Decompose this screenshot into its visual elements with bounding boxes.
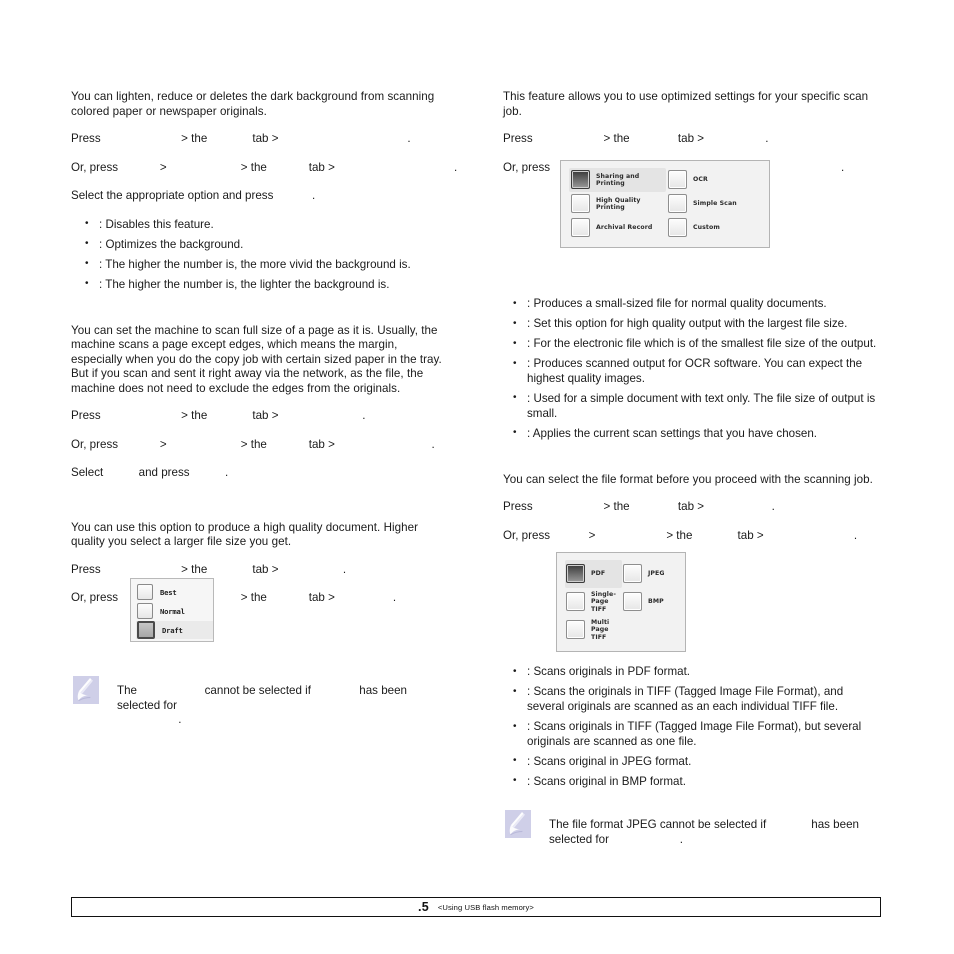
section-background-removal: You can lighten, reduce or deletes the d…	[71, 90, 458, 293]
list-item: : Set this option for high quality outpu…	[503, 317, 881, 332]
radio-unselected-icon[interactable]	[566, 620, 585, 640]
section-scan-preset: This feature allows you to use optimized…	[503, 90, 881, 441]
format-option-jpeg[interactable]: JPEG	[622, 560, 679, 588]
radio-unselected-icon[interactable]	[623, 564, 642, 584]
format-option-bmp[interactable]: BMP	[622, 588, 679, 616]
note-text: The file format JPEG cannot be selected …	[549, 818, 859, 846]
section-intro-paragraph: This feature allows you to use optimized…	[503, 90, 869, 118]
note-pen-icon	[505, 810, 531, 838]
format-option-pdf[interactable]: PDF	[565, 560, 622, 588]
preset-option-label: Custom	[693, 224, 720, 232]
preset-option-archival-record[interactable]: Archival Record	[569, 216, 666, 240]
radio-unselected-icon[interactable]	[566, 592, 585, 612]
list-item: : Optimizes the background.	[71, 237, 449, 253]
radio-unselected-icon[interactable]	[571, 194, 590, 214]
section-intro-paragraph: You can select the file format before yo…	[503, 472, 873, 486]
format-option-single-page-tiff[interactable]: Single-Page TIFF	[565, 588, 622, 616]
quality-option-label: Best	[160, 587, 177, 597]
radio-unselected-icon[interactable]	[668, 170, 687, 190]
note-text: The cannot be selected if has been selec…	[117, 684, 407, 726]
format-option-label: Multi Page TIFF	[591, 618, 610, 641]
list-item: : Used for a simple document with text o…	[503, 391, 881, 421]
manual-page: You can lighten, reduce or deletes the d…	[0, 0, 954, 954]
quality-options-panel[interactable]: Best Normal Draft	[130, 578, 214, 642]
section-intro-paragraph: You can use this option to produce a hig…	[71, 520, 419, 549]
preset-option-sharing-and-printing[interactable]: Sharing and Printing	[569, 168, 666, 192]
step-line-or-press: Or, press > > the tab > .	[503, 528, 858, 542]
preset-option-custom[interactable]: Custom	[666, 216, 763, 240]
preset-option-simple-scan[interactable]: Simple Scan	[666, 192, 763, 216]
radio-selected-icon[interactable]	[571, 170, 590, 190]
step-line-press: Press > the tab > .	[71, 132, 411, 145]
note-callout-quality: The cannot be selected if has been selec…	[73, 676, 453, 728]
list-item: : Produces scanned output for OCR softwa…	[503, 357, 881, 386]
section-quality: You can use this option to produce a hig…	[71, 521, 449, 606]
step-line-select: Select the appropriate option and press …	[71, 189, 316, 202]
preset-option-label: Archival Record	[596, 224, 653, 232]
radio-unselected-icon[interactable]	[668, 194, 687, 214]
radio-unselected-icon[interactable]	[137, 603, 153, 619]
list-item: : For the electronic file which is of th…	[503, 337, 881, 352]
format-option-label: PDF	[591, 570, 606, 578]
scan-preset-panel[interactable]: Sharing and Printing OCR High Quality Pr…	[560, 160, 770, 248]
preset-option-high-quality-printing[interactable]: High Quality Printing	[569, 192, 666, 216]
quality-option-normal[interactable]: Normal	[136, 602, 213, 620]
quality-option-best[interactable]: Best	[136, 583, 213, 601]
step-line-or-press: Or, press > > the tab > .	[71, 160, 458, 174]
preset-option-label: Simple Scan	[693, 200, 737, 208]
step-line-press: Press > the tab > .	[71, 562, 347, 576]
quality-option-draft[interactable]: Draft	[136, 621, 213, 639]
step-line-press: Press > the tab > .	[503, 500, 775, 514]
preset-option-list: : Produces a small-sized file for normal…	[503, 297, 881, 441]
list-item: : Scans original in BMP format.	[503, 774, 881, 790]
step-line-press: Press > the tab > .	[71, 409, 366, 423]
note-callout-file-format: The file format JPEG cannot be selected …	[505, 810, 885, 847]
file-format-panel[interactable]: PDF JPEG Single-Page TIFF BMP Multi Page…	[556, 552, 686, 652]
section-scan-to-edge: You can set the machine to scan full siz…	[71, 324, 449, 481]
list-item: : Scans original in JPEG format.	[503, 754, 881, 770]
option-list: : Disables this feature. : Optimizes the…	[71, 217, 449, 293]
format-option-multi-page-tiff[interactable]: Multi Page TIFF	[565, 616, 622, 644]
list-item: : Disables this feature.	[71, 217, 449, 233]
list-item: : Applies the current scan settings that…	[503, 426, 881, 442]
radio-unselected-icon[interactable]	[137, 584, 153, 600]
section-intro-paragraph: You can lighten, reduce or deletes the d…	[71, 90, 435, 118]
radio-selected-icon[interactable]	[137, 621, 155, 639]
footer-section-title: <Using USB flash memory>	[437, 902, 534, 912]
left-column: You can lighten, reduce or deletes the d…	[71, 90, 458, 620]
preset-option-label: OCR	[693, 176, 708, 184]
step-line-press: Press > the tab > .	[503, 132, 769, 145]
format-option-label: BMP	[648, 598, 664, 606]
list-item: : The higher the number is, the lighter …	[71, 277, 449, 293]
section-intro-paragraph: You can set the machine to scan full siz…	[71, 323, 442, 395]
step-line-or-press: Or, press > > the tab > .	[71, 591, 397, 605]
preset-option-ocr[interactable]: OCR	[666, 168, 763, 192]
page-number: .5	[418, 900, 429, 914]
format-option-label: Single-Page TIFF	[591, 590, 616, 613]
radio-unselected-icon[interactable]	[668, 218, 687, 238]
step-line-or-press: Or, press > > the tab > .	[71, 437, 435, 451]
list-item: : Scans the originals in TIFF (Tagged Im…	[503, 685, 881, 714]
list-item: : The higher the number is, the more viv…	[71, 257, 449, 273]
list-item: : Produces a small-sized file for normal…	[503, 297, 881, 312]
radio-unselected-icon[interactable]	[623, 592, 642, 612]
page-footer: .5 <Using USB flash memory>	[71, 897, 881, 917]
preset-option-label: High Quality Printing	[596, 196, 641, 211]
radio-unselected-icon[interactable]	[571, 218, 590, 238]
list-item: : Scans originals in PDF format.	[503, 665, 881, 680]
format-option-list: : Scans originals in PDF format. : Scans…	[503, 665, 881, 789]
note-pen-icon	[73, 676, 99, 704]
list-item: : Scans originals in TIFF (Tagged Image …	[503, 720, 881, 749]
format-option-label: JPEG	[648, 570, 665, 578]
quality-option-label: Draft	[162, 625, 183, 635]
preset-option-label: Sharing and Printing	[596, 172, 640, 187]
radio-selected-icon[interactable]	[566, 564, 585, 584]
step-line-select: Select and press .	[71, 466, 229, 480]
quality-option-label: Normal	[160, 606, 185, 616]
format-option-empty-slot	[622, 616, 679, 644]
